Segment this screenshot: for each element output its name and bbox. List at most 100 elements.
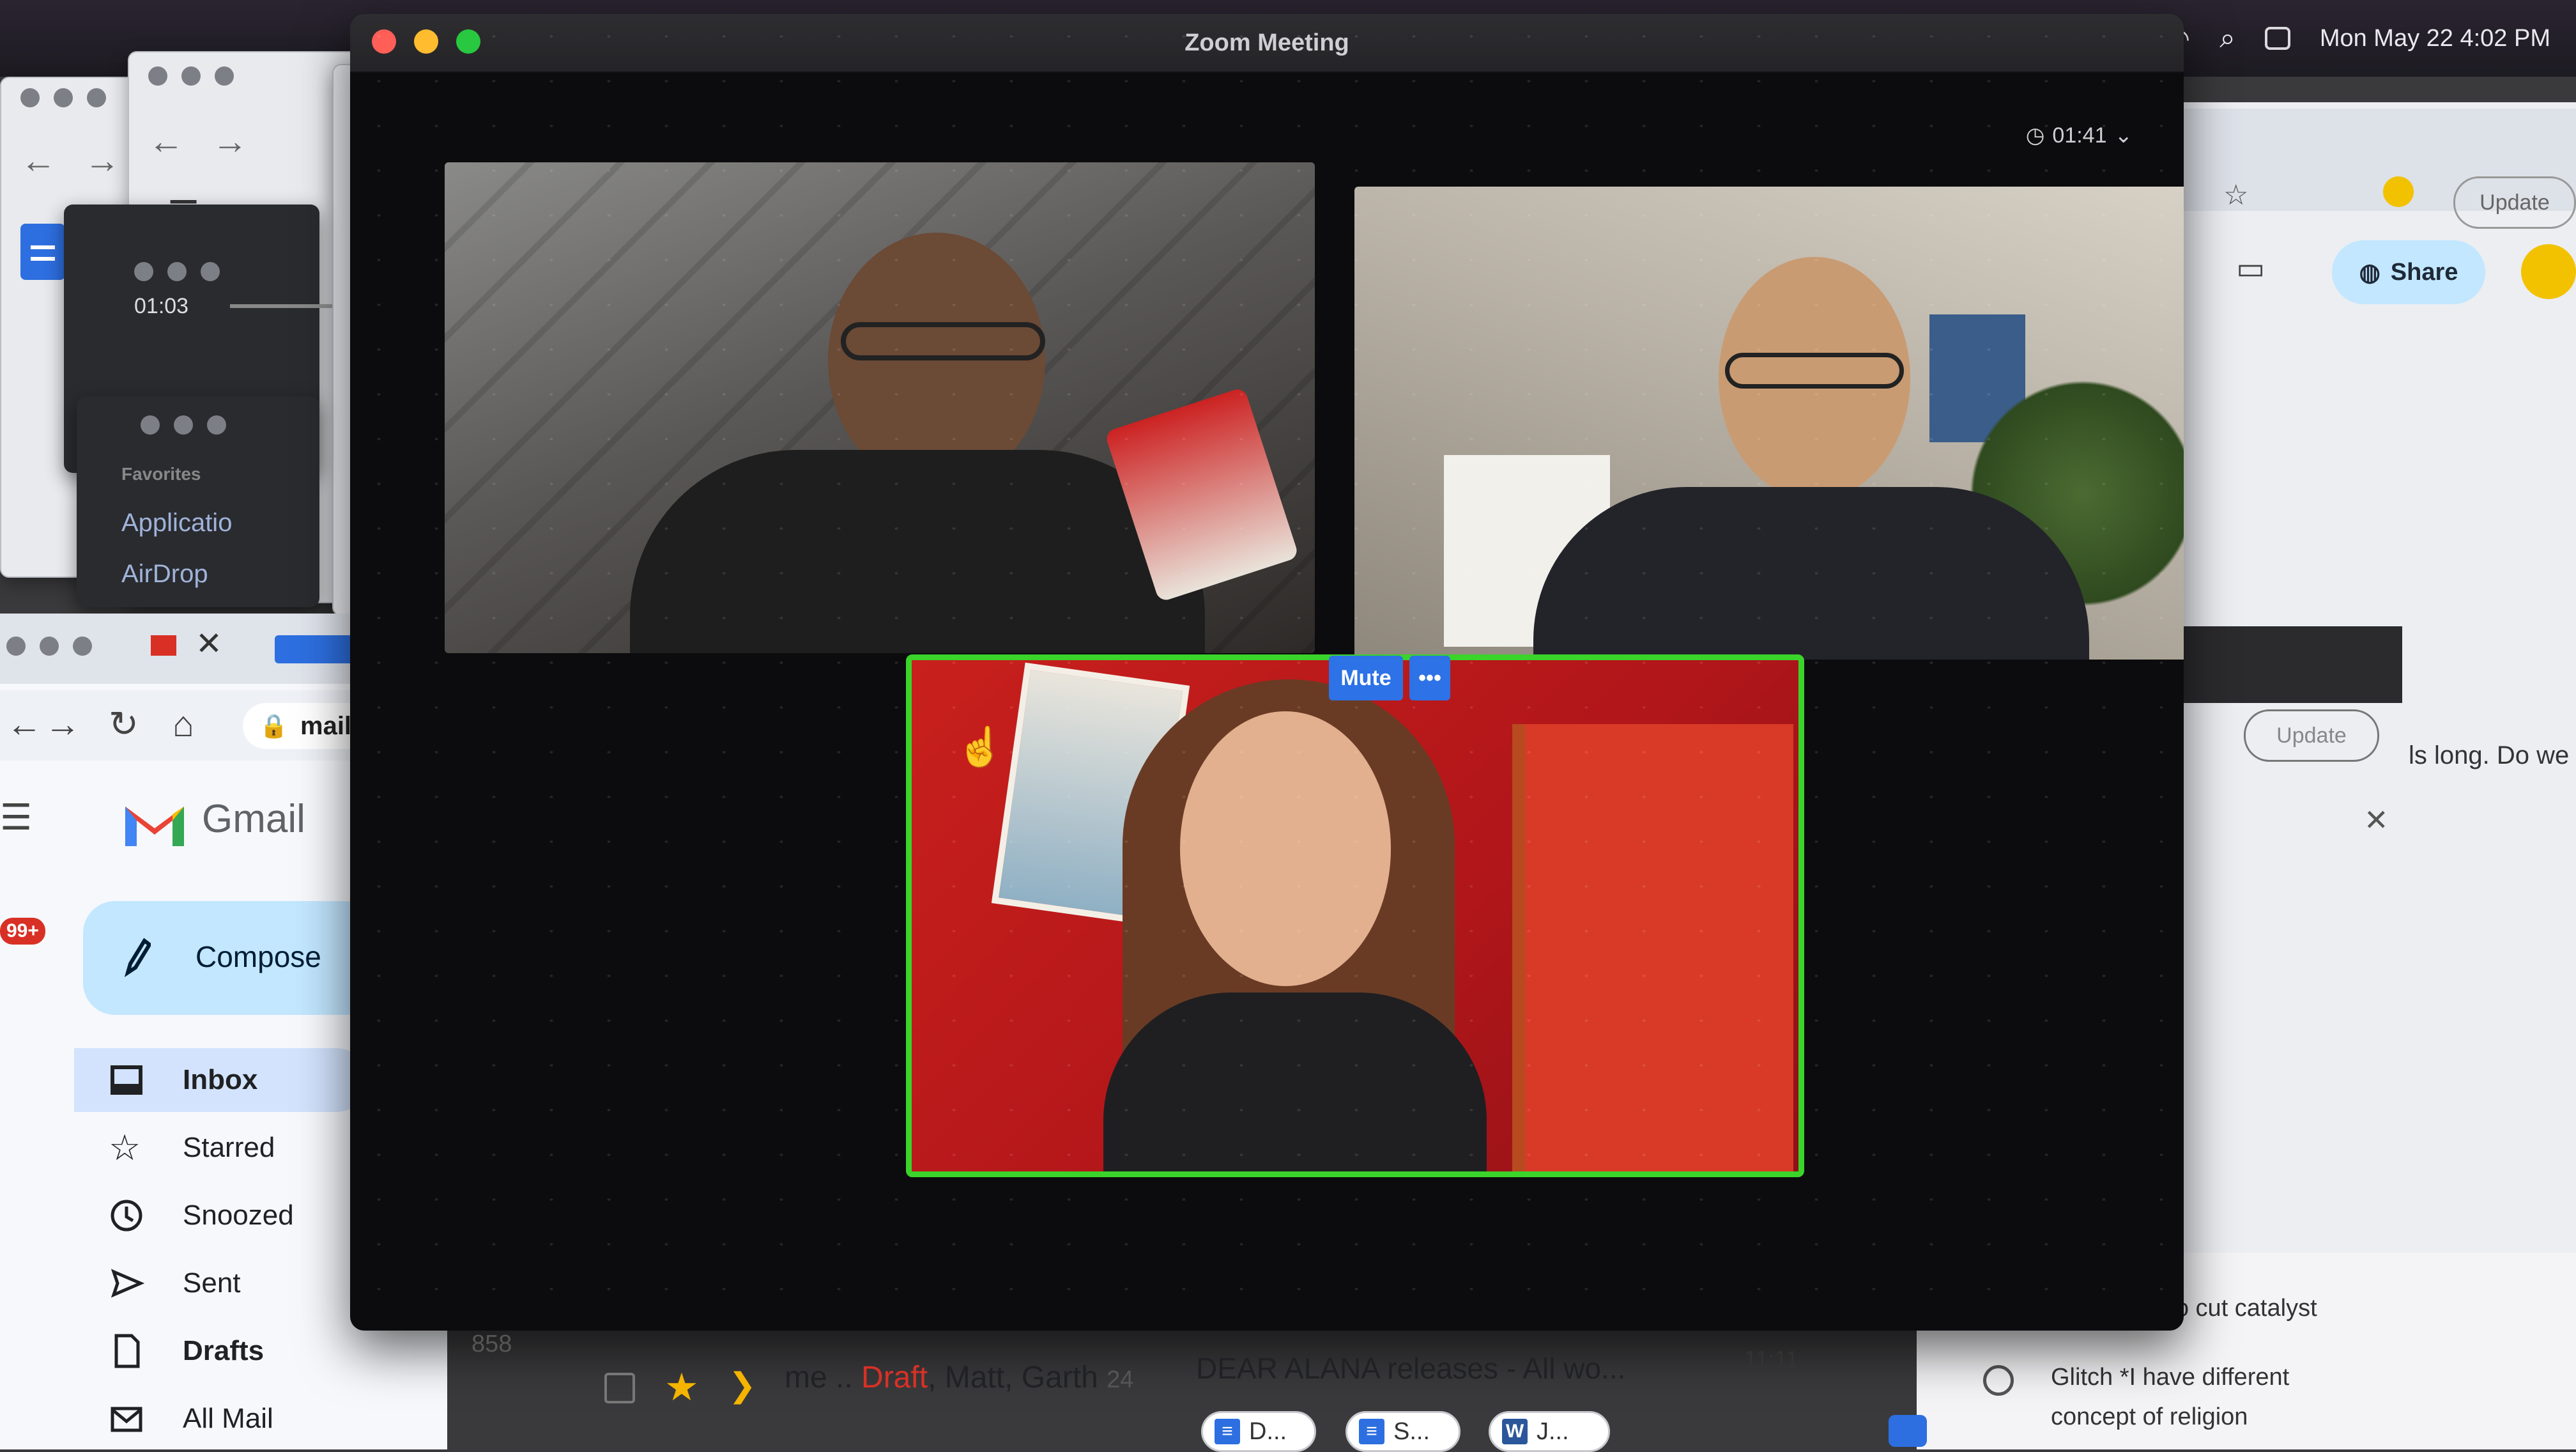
doorway — [1512, 724, 1793, 1171]
participant-2-body — [1533, 487, 2089, 660]
draft-file-icon — [114, 1334, 140, 1368]
unread-badge: 99+ — [0, 918, 45, 945]
forward-arrow-icon[interactable]: → — [84, 139, 120, 181]
zoom-meeting-window: Zoom Meeting ◷ 01:41 ⌄ ☝ — [350, 14, 2184, 1331]
dark-panel — [2172, 626, 2402, 703]
home-icon[interactable]: ⌂ — [172, 703, 194, 745]
avatar[interactable] — [2383, 176, 2414, 207]
nav-label: Drafts — [183, 1335, 264, 1366]
compose-button[interactable]: Compose — [83, 901, 377, 1015]
row-time: 11:11 — [1744, 1346, 1798, 1372]
nav-label: Starred — [183, 1132, 275, 1163]
task-text: Glitch *I have different concept of reli… — [2051, 1364, 2290, 1430]
sender-names: , Matt, Garth — [928, 1361, 1098, 1394]
attachment-chip[interactable]: ≡ S... — [1346, 1411, 1460, 1452]
row-checkbox[interactable] — [604, 1373, 635, 1403]
participant-3-body — [1103, 992, 1487, 1171]
lock-icon: 🔒 — [259, 713, 288, 739]
close-panel-icon[interactable]: ✕ — [2364, 803, 2389, 837]
important-marker-icon[interactable]: ❯ — [728, 1366, 756, 1405]
update-button[interactable]: Update — [2453, 176, 2576, 229]
nav-label: Inbox — [183, 1064, 258, 1095]
compose-label: Compose — [195, 940, 321, 973]
share-button[interactable]: ◍ Share — [2332, 240, 2485, 304]
nav-inbox[interactable]: Inbox — [74, 1048, 368, 1112]
thread-count: 24 — [1107, 1366, 1134, 1393]
all-mail-icon — [111, 1407, 142, 1432]
main-menu-icon[interactable]: ☰ — [0, 796, 32, 838]
attachment-label: D... — [1249, 1417, 1287, 1445]
row-count: 858 — [471, 1331, 512, 1357]
participant-3-face — [1180, 711, 1391, 986]
draft-label: Draft — [861, 1361, 928, 1394]
forward-arrow-icon[interactable]: → — [45, 703, 80, 745]
row-sender[interactable]: me .. Draft, Matt, Garth 24 — [785, 1360, 1133, 1395]
user-avatar[interactable] — [2521, 244, 2576, 299]
active-speaker-video[interactable]: ☝ — [906, 654, 1804, 1177]
gmail-logo-text: Gmail — [202, 797, 305, 841]
share-label: Share — [2390, 258, 2458, 286]
gmail-logo-icon — [125, 807, 184, 846]
clock-icon — [111, 1200, 142, 1232]
send-icon — [111, 1269, 144, 1298]
back-arrow-icon[interactable]: ← — [20, 139, 56, 181]
timer-text: 01:41 — [2052, 123, 2107, 148]
attachment-chip[interactable]: W J... — [1489, 1411, 1610, 1452]
pencil-icon — [124, 938, 151, 978]
task-radio[interactable] — [1983, 1365, 2014, 1396]
hand-cursor-icon: ☝ — [956, 725, 1004, 768]
nav-label: Sent — [183, 1267, 241, 1299]
meeting-timer[interactable]: ◷ 01:41 ⌄ — [2026, 123, 2133, 148]
finder-section-label: Favorites — [121, 464, 201, 484]
clock-icon: ◷ — [2025, 123, 2045, 148]
glasses-shape — [1725, 353, 1904, 389]
zoom-window-title: Zoom Meeting — [1184, 29, 1349, 56]
nav-all-mail[interactable]: All Mail — [74, 1387, 368, 1451]
sender-prefix: me .. — [785, 1361, 862, 1394]
forward-arrow-icon[interactable]: → — [212, 120, 248, 162]
finder-window: Favorites Applicatio AirDrop — [77, 396, 319, 607]
nav-drafts[interactable]: Drafts — [74, 1319, 368, 1383]
participant-video-2[interactable] — [1354, 187, 2184, 660]
finder-item-airdrop[interactable]: AirDrop — [121, 560, 208, 589]
back-arrow-icon[interactable]: ← — [148, 120, 184, 162]
more-options-button[interactable]: ••• — [1409, 656, 1450, 700]
globe-icon: ◍ — [2359, 259, 2380, 286]
audio-progress-bar[interactable] — [230, 304, 332, 308]
attachment-label: J... — [1537, 1417, 1569, 1445]
update-button-2[interactable]: Update — [2244, 709, 2379, 762]
attachment-label: S... — [1393, 1417, 1430, 1445]
chevron-down-icon: ⌄ — [2114, 123, 2133, 148]
window-controls — [20, 88, 106, 107]
nav-label: All Mail — [183, 1403, 273, 1434]
attachment-chip[interactable]: ≡ D... — [1201, 1411, 1316, 1452]
nav-sent[interactable]: Sent — [74, 1251, 368, 1315]
participant-video-1[interactable] — [445, 162, 1315, 653]
mute-participant-button[interactable]: Mute — [1329, 656, 1403, 700]
meet-icon[interactable] — [1889, 1415, 1927, 1447]
window-controls — [148, 66, 234, 86]
control-center-icon[interactable] — [2264, 27, 2290, 50]
finder-item-applications[interactable]: Applicatio — [121, 509, 232, 537]
row-subject[interactable]: DEAR ALANA releases - All wo... — [1196, 1351, 1625, 1386]
camera-icon[interactable]: ▭ — [2236, 251, 2265, 286]
zoom-title-bar: Zoom Meeting — [350, 14, 2184, 73]
reload-icon[interactable]: ↻ — [109, 703, 139, 745]
nav-label: Snoozed — [183, 1200, 294, 1231]
star-icon[interactable]: ☆ — [2223, 179, 2248, 212]
menu-bar-clock[interactable]: Mon May 22 4:02 PM — [2320, 25, 2550, 52]
word-file-icon: W — [1502, 1419, 1528, 1444]
star-filled-icon[interactable]: ★ — [664, 1365, 699, 1410]
back-arrow-icon[interactable]: ← — [6, 703, 42, 745]
audio-timer: 01:03 — [134, 294, 189, 318]
inbox-icon — [111, 1065, 142, 1095]
gmail-tab-icon[interactable] — [151, 635, 176, 656]
window-controls — [134, 262, 220, 281]
search-icon[interactable]: ⌕ — [2220, 22, 2235, 54]
nav-starred[interactable]: ☆ Starred — [74, 1116, 368, 1180]
window-controls — [141, 415, 226, 435]
docs-file-icon: ≡ — [1215, 1419, 1240, 1444]
close-tab-icon[interactable]: ✕ — [195, 625, 222, 662]
star-outline-icon: ☆ — [109, 1127, 141, 1168]
nav-snoozed[interactable]: Snoozed — [74, 1184, 368, 1247]
